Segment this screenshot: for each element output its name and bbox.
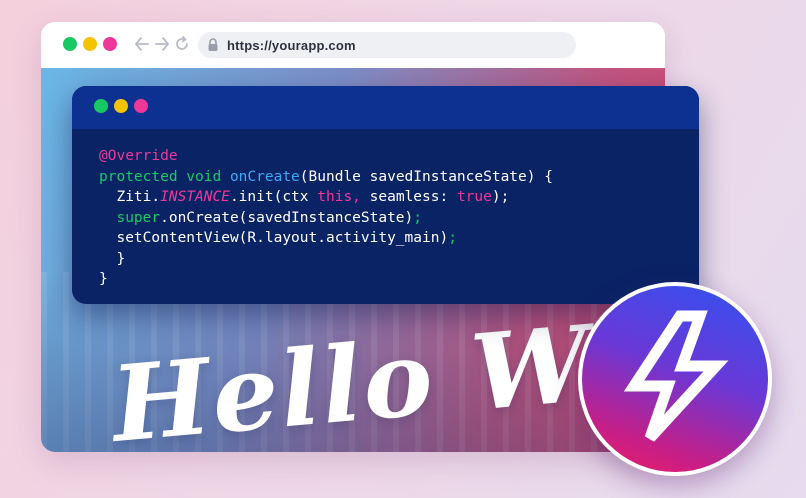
browser-toolbar: https://yourapp.com — [41, 22, 665, 68]
code-token: ; — [448, 230, 457, 246]
code-token: super — [99, 209, 161, 226]
app-badge — [578, 282, 772, 476]
code-token: .init(ctx — [229, 189, 318, 205]
lock-icon — [208, 38, 218, 51]
code-block: @Override protected void onCreate(Bundle … — [99, 146, 553, 290]
code-line: setContentView(R.layout.activity_main); — [99, 228, 553, 249]
code-token: seamless: — [360, 189, 457, 205]
code-line: protected void onCreate(Bundle savedInst… — [99, 167, 553, 188]
close-window-button[interactable] — [63, 37, 77, 51]
code-line: super.onCreate(savedInstanceState); — [99, 208, 553, 229]
code-window-header — [72, 86, 699, 129]
code-close-button[interactable] — [94, 99, 108, 113]
arrow-left-icon[interactable] — [133, 34, 151, 54]
maximize-window-button[interactable] — [103, 37, 117, 51]
code-token: (Bundle savedInstanceState) { — [299, 168, 553, 185]
reload-icon[interactable] — [173, 34, 191, 54]
code-line: Ziti.INSTANCE.init(ctx this, seamless: t… — [99, 187, 553, 208]
code-token: INSTANCE — [160, 189, 230, 205]
address-bar[interactable]: https://yourapp.com — [198, 32, 576, 58]
code-token: onCreate — [229, 168, 300, 185]
code-token: ; — [413, 209, 423, 226]
code-token: } — [99, 271, 108, 287]
code-window: @Override protected void onCreate(Bundle … — [72, 86, 699, 304]
lightning-bolt-icon — [623, 310, 729, 442]
code-token: Ziti. — [99, 189, 161, 205]
code-token: .onCreate(savedInstanceState) — [160, 209, 414, 226]
arrow-right-icon[interactable] — [153, 34, 171, 54]
code-token: setContentView(R.layout.activity_main) — [99, 230, 449, 246]
minimize-window-button[interactable] — [83, 37, 97, 51]
code-token: protected void — [99, 168, 230, 185]
code-line: } — [99, 269, 553, 290]
code-line: @Override — [99, 146, 553, 167]
code-line: } — [99, 249, 553, 270]
code-token: true — [456, 189, 492, 205]
code-token: this, — [317, 189, 361, 205]
code-token: } — [99, 250, 126, 267]
code-maximize-button[interactable] — [134, 99, 148, 113]
url-text: https://yourapp.com — [227, 38, 356, 53]
code-minimize-button[interactable] — [114, 99, 128, 113]
code-token: @Override — [99, 148, 178, 164]
code-token: ); — [491, 189, 510, 205]
